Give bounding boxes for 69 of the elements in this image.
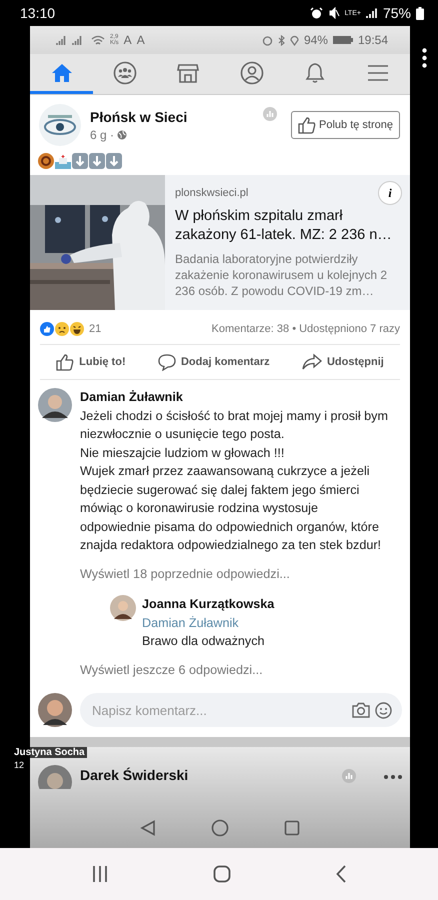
post-author[interactable]: Darek Świderski: [80, 767, 188, 783]
back-button[interactable]: [140, 820, 156, 836]
hospital-icon: [55, 153, 71, 169]
more-vertical-icon[interactable]: [422, 48, 426, 68]
recents-button[interactable]: [284, 820, 300, 836]
comment-text: Jeżeli chodzi o ścisłość to brat mojej mamy i prosił bym niezwłocznie o usunięcie tego posta.: [80, 408, 388, 443]
speech-bubble-icon: [158, 353, 176, 371]
share-arrow-icon: [302, 353, 322, 371]
link-description: Badania laboratoryjne potwierdziły zakażenie koronawirusem u kolejnych 2 236 osób. Z powodu COVID-19 zm…: [175, 251, 388, 299]
more-icon[interactable]: [384, 775, 402, 779]
signal-icon: [366, 8, 378, 18]
more-replies-link[interactable]: Wyświetl jeszcze 6 odpowiedzi...: [80, 660, 388, 679]
post-age: 6 g ·: [90, 128, 114, 142]
like-page-button[interactable]: Polub tę stronę: [291, 111, 400, 139]
like-button[interactable]: Lubię to!: [50, 352, 132, 372]
comment-button[interactable]: Dodaj komentarz: [152, 352, 276, 372]
camera-icon[interactable]: [352, 702, 370, 718]
groups-icon: [112, 60, 137, 84]
avatar: [110, 595, 136, 621]
menu-icon: [367, 64, 390, 82]
reply-text: Brawo dla odważnych: [142, 633, 266, 650]
smiley-icon[interactable]: [375, 702, 392, 718]
link-domain: plonskwsieci.pl: [175, 187, 248, 199]
avatar: [38, 693, 72, 727]
thumbs-up-icon: [298, 116, 316, 134]
reply-author[interactable]: Joanna Kurzątkowska: [142, 595, 274, 614]
bluetooth-icon: [278, 34, 285, 46]
home-button[interactable]: [212, 865, 231, 883]
globe-icon: [117, 130, 128, 140]
comment-text: Wujek zmarł przez zaawansowaną cukrzyce a jeżeli będziecie sugerować się dalej faktem jego śmierci mówiąc o koronawirusie rodzina wystosuje odpowiednie pisama do odpowiednich organów, które znajda redaktora odpowiedzialnego za ten stek bzdur!: [80, 463, 382, 554]
share-button[interactable]: Udostępnij: [296, 352, 390, 372]
avatar: [38, 388, 72, 422]
thumbs-up-icon: [56, 353, 74, 371]
info-button[interactable]: i: [378, 181, 402, 205]
home-button[interactable]: [211, 819, 229, 837]
mention-link[interactable]: Damian Żuławnik: [142, 614, 274, 632]
previous-replies-link[interactable]: Wyświetl 18 poprzednie odpowiedzi...: [80, 564, 388, 583]
mute-icon: [328, 7, 340, 19]
post-stats[interactable]: Komentarze: 38 • Udostępniono 7 razy: [211, 323, 400, 335]
comment-field[interactable]: Napisz komentarz...: [80, 693, 402, 727]
sad-reaction-icon: [55, 322, 69, 336]
reaction-count[interactable]: 21: [89, 323, 102, 335]
comment-text: Nie mieszajcie ludziom w głowach !!!: [80, 444, 286, 462]
comment-author[interactable]: Damian Żuławnik: [80, 388, 388, 406]
laughing-reaction-icon: [70, 322, 84, 336]
story-time: 12: [12, 760, 26, 770]
home-icon: [50, 62, 73, 82]
profile-icon: [240, 60, 264, 84]
clock: 19:54: [358, 33, 388, 47]
wifi-icon: [91, 34, 105, 46]
back-button[interactable]: [336, 865, 346, 883]
font-size-indicator: A: [136, 33, 145, 47]
battery-percent: 94%: [304, 33, 328, 47]
avatar: [38, 765, 72, 789]
page-logo: [38, 103, 82, 147]
link-title[interactable]: W płońskim szpitalu zmarł zakażony 61-latek. MZ: 2 236 n…: [175, 207, 402, 245]
story-author: Justyna Socha: [12, 747, 87, 758]
page-name[interactable]: Płońsk w Sieci: [90, 108, 188, 124]
store-icon: [177, 62, 200, 84]
location-icon: [290, 34, 299, 46]
comment-input[interactable]: Napisz komentarz...: [90, 702, 347, 718]
battery-percent: 75%: [382, 5, 411, 21]
like-reaction-icon: [40, 322, 54, 336]
clock: 13:10: [20, 5, 56, 21]
font-size-indicator: A: [124, 33, 132, 47]
battery-icon: [416, 6, 424, 20]
battery-icon: [332, 36, 353, 44]
bell-icon: [304, 62, 326, 84]
recents-button[interactable]: [92, 865, 108, 883]
